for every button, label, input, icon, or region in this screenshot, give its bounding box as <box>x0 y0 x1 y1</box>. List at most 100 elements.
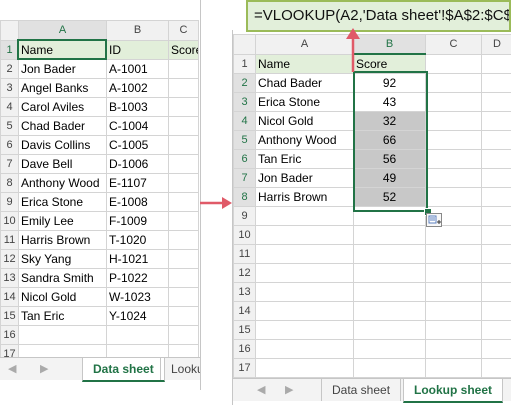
cell[interactable]: E-1107 <box>106 173 169 193</box>
row-header[interactable]: 14 <box>0 287 19 307</box>
cell[interactable] <box>353 282 426 302</box>
cell[interactable]: P-1022 <box>106 268 169 288</box>
cell[interactable] <box>481 73 511 93</box>
cell[interactable]: A-1001 <box>106 59 169 79</box>
cell[interactable] <box>481 339 511 359</box>
row-header[interactable]: 11 <box>233 244 256 264</box>
tab-lookup-sheet-partial[interactable]: Looku <box>160 358 200 380</box>
row-header[interactable]: 12 <box>0 249 19 269</box>
cell[interactable] <box>425 282 482 302</box>
cell[interactable] <box>255 282 354 302</box>
row-header[interactable]: 15 <box>0 306 19 326</box>
cell[interactable]: Nicol Gold <box>18 287 107 307</box>
header-cell[interactable]: Name <box>255 53 354 74</box>
cell[interactable] <box>425 320 482 340</box>
cell[interactable] <box>353 339 426 359</box>
row-header[interactable]: 13 <box>0 268 19 288</box>
cell[interactable] <box>255 301 354 321</box>
score-cell[interactable]: 56 <box>353 149 426 169</box>
cell[interactable] <box>353 206 426 226</box>
score-cell[interactable]: 49 <box>353 168 426 188</box>
cell[interactable]: H-1021 <box>106 249 169 269</box>
nav-left-icon[interactable]: ◀ <box>8 358 16 380</box>
row-header[interactable]: 17 <box>233 358 256 378</box>
paste-options-icon[interactable] <box>426 213 442 227</box>
row-header[interactable]: 4 <box>0 97 19 117</box>
column-header-b[interactable]: B <box>353 34 426 55</box>
select-all-corner[interactable] <box>0 20 19 41</box>
cell[interactable] <box>425 168 482 188</box>
cell[interactable] <box>425 111 482 131</box>
row-header[interactable]: 1 <box>233 53 256 74</box>
row-header[interactable]: 14 <box>233 301 256 321</box>
cell[interactable]: Chad Bader <box>18 116 107 136</box>
cell[interactable] <box>168 78 199 98</box>
formula-bar[interactable]: =VLOOKUP(A2,'Data sheet'!$A$2:$C$15,3 <box>246 0 511 32</box>
cell[interactable] <box>481 263 511 283</box>
cell[interactable]: E-1008 <box>106 192 169 212</box>
cell[interactable] <box>353 320 426 340</box>
column-header-c[interactable]: C <box>168 20 199 41</box>
row-header[interactable]: 9 <box>0 192 19 212</box>
cell[interactable]: Erica Stone <box>255 92 354 112</box>
nav-right-icon[interactable]: ▶ <box>285 379 293 401</box>
cell[interactable]: Jon Bader <box>18 59 107 79</box>
score-cell[interactable]: 52 <box>353 187 426 207</box>
cell[interactable] <box>425 301 482 321</box>
cell[interactable]: Anthony Wood <box>255 130 354 150</box>
cell[interactable] <box>481 92 511 112</box>
cell[interactable] <box>168 306 199 326</box>
cell[interactable]: F-1009 <box>106 211 169 231</box>
cell[interactable] <box>168 97 199 117</box>
cell[interactable] <box>481 111 511 131</box>
cell[interactable]: Sandra Smith <box>18 268 107 288</box>
cell[interactable] <box>481 225 511 245</box>
cell[interactable]: Chad Bader <box>255 73 354 93</box>
cell[interactable]: Davis Collins <box>18 135 107 155</box>
cell[interactable]: T-1020 <box>106 230 169 250</box>
cell[interactable]: Emily Lee <box>18 211 107 231</box>
column-header-a[interactable]: A <box>255 34 354 55</box>
cell[interactable] <box>18 325 107 345</box>
row-header[interactable]: 3 <box>233 92 256 112</box>
cell[interactable] <box>425 358 482 378</box>
row-header[interactable]: 11 <box>0 230 19 250</box>
cell[interactable]: Tan Eric <box>255 149 354 169</box>
cell[interactable] <box>425 244 482 264</box>
cell[interactable] <box>425 263 482 283</box>
cell[interactable]: Dave Bell <box>18 154 107 174</box>
cell[interactable] <box>168 173 199 193</box>
cell[interactable]: Jon Bader <box>255 168 354 188</box>
cell[interactable] <box>168 116 199 136</box>
row-header[interactable]: 2 <box>233 73 256 93</box>
row-header[interactable]: 5 <box>233 130 256 150</box>
cell[interactable] <box>481 187 511 207</box>
cell[interactable] <box>168 287 199 307</box>
row-header[interactable]: 7 <box>0 154 19 174</box>
cell[interactable] <box>425 339 482 359</box>
row-header[interactable]: 4 <box>233 111 256 131</box>
row-header[interactable]: 8 <box>0 173 19 193</box>
cell[interactable] <box>168 268 199 288</box>
cell[interactable] <box>168 135 199 155</box>
row-header[interactable]: 12 <box>233 263 256 283</box>
score-cell[interactable]: 32 <box>353 111 426 131</box>
nav-left-icon[interactable]: ◀ <box>257 379 265 401</box>
tab-data-sheet[interactable]: Data sheet <box>82 358 165 382</box>
cell[interactable] <box>106 325 169 345</box>
cell[interactable] <box>353 225 426 245</box>
cell[interactable]: Tan Eric <box>18 306 107 326</box>
row-header[interactable]: 6 <box>0 135 19 155</box>
tab-lookup-sheet[interactable]: Lookup sheet <box>403 379 504 403</box>
row-header[interactable]: 7 <box>233 168 256 188</box>
cell[interactable]: Harris Brown <box>18 230 107 250</box>
row-header[interactable]: 16 <box>233 339 256 359</box>
cell[interactable] <box>425 187 482 207</box>
row-header[interactable]: 8 <box>233 187 256 207</box>
cell[interactable] <box>255 339 354 359</box>
cell[interactable] <box>168 211 199 231</box>
cell[interactable] <box>481 301 511 321</box>
cell[interactable] <box>425 225 482 245</box>
select-all-corner[interactable] <box>233 34 256 55</box>
cell[interactable] <box>255 206 354 226</box>
